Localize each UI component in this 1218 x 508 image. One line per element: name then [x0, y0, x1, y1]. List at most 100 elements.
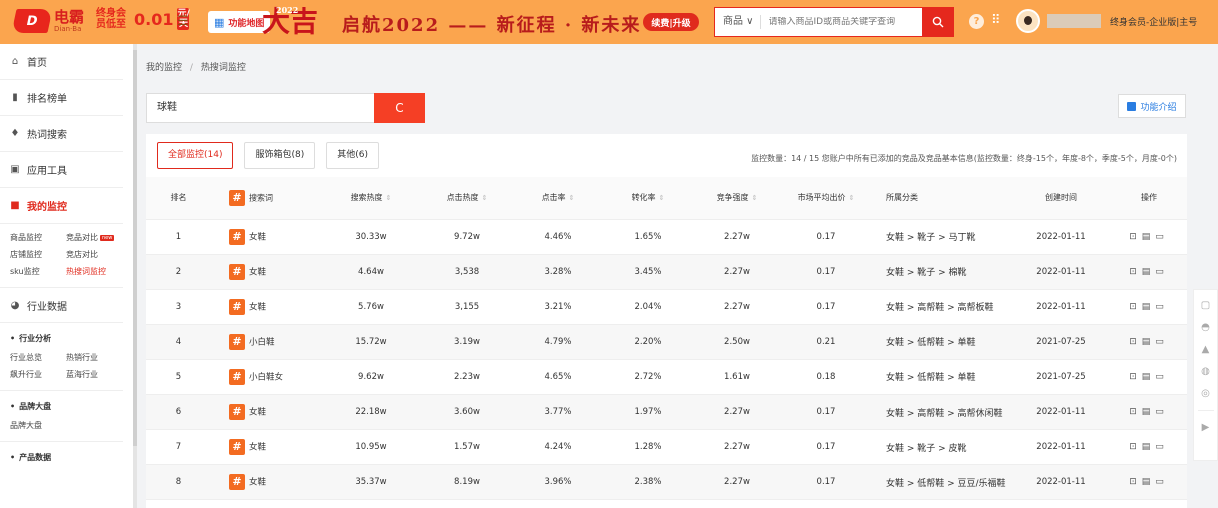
- sidebar-item-label: 首页: [27, 58, 47, 69]
- avatar[interactable]: [1016, 9, 1040, 33]
- keyword-search-button[interactable]: C: [374, 93, 425, 123]
- remove-icon[interactable]: ▭: [1155, 267, 1169, 277]
- float-collapse-icon[interactable]: ▶: [1202, 422, 1210, 433]
- view-icon[interactable]: ⊡: [1129, 477, 1142, 487]
- cell-rank: 8: [146, 464, 211, 501]
- cell-avg-bid: 0.17: [781, 464, 871, 501]
- member-level[interactable]: 终身会员-企业版|主号: [1110, 15, 1197, 28]
- remove-icon[interactable]: ▭: [1155, 477, 1169, 487]
- remove-icon[interactable]: ▭: [1155, 442, 1169, 452]
- submenu-hot-keyword-monitor[interactable]: 热搜词监控: [66, 266, 128, 277]
- cell-ctr: 4.79%: [513, 324, 603, 360]
- cell-rank: 3: [146, 289, 211, 325]
- sort-icon: ⇕: [481, 194, 488, 203]
- tab-apparel[interactable]: 服饰箱包(8): [244, 142, 316, 169]
- view-icon[interactable]: ⊡: [1129, 232, 1142, 242]
- promo-banner[interactable]: 终身会员低至 0.01 元/天: [96, 8, 190, 30]
- cell-created: 2021-07-25: [1011, 324, 1111, 360]
- detail-icon[interactable]: ▤: [1142, 407, 1156, 417]
- sidebar-item-hot-search[interactable]: ♦ 热词搜索: [0, 116, 123, 152]
- cell-keyword[interactable]: # 女鞋: [211, 394, 321, 431]
- view-icon[interactable]: ⊡: [1129, 407, 1142, 417]
- submenu-rising-industry[interactable]: 飙升行业: [10, 369, 66, 380]
- submenu-blue-ocean-industry[interactable]: 蓝海行业: [66, 369, 128, 380]
- submenu-competitor-compare[interactable]: 竞品对比 new: [66, 232, 128, 243]
- breadcrumb-my-monitor[interactable]: 我的监控: [146, 63, 182, 73]
- col-search-heat[interactable]: 搜索热度 ⇕: [321, 177, 421, 220]
- apps-grid-icon[interactable]: ⠿: [991, 13, 1001, 28]
- submenu-sku-monitor[interactable]: sku监控: [10, 266, 66, 277]
- tab-other[interactable]: 其他(6): [326, 142, 379, 169]
- view-icon[interactable]: ⊡: [1129, 337, 1142, 347]
- cell-competition: 2.27w: [693, 254, 781, 290]
- submenu-brand-market[interactable]: 品牌大盘: [10, 420, 66, 431]
- help-icon[interactable]: ?: [969, 14, 984, 29]
- promo-price: 0.01: [134, 9, 174, 29]
- feature-intro-button[interactable]: 功能介绍: [1118, 94, 1186, 118]
- col-avg-bid[interactable]: 市场平均出价 ⇕: [781, 177, 871, 220]
- cell-keyword[interactable]: # 女鞋: [211, 464, 321, 501]
- cell-keyword[interactable]: # 女鞋: [211, 254, 321, 290]
- cell-keyword[interactable]: # 女鞋: [211, 219, 321, 255]
- industry-analysis-submenu: 行业总览 热销行业 飙升行业 蓝海行业: [0, 350, 133, 390]
- float-screen-icon[interactable]: ▢: [1201, 300, 1210, 311]
- remove-icon[interactable]: ▭: [1155, 337, 1169, 347]
- renew-upgrade-button[interactable]: 续费|升级: [643, 13, 699, 31]
- detail-icon[interactable]: ▤: [1142, 442, 1156, 452]
- remove-icon[interactable]: ▭: [1155, 302, 1169, 312]
- cell-keyword[interactable]: # 小白鞋女: [211, 359, 321, 395]
- menu-toggle-icon[interactable]: ☰: [177, 14, 189, 29]
- float-chat-icon[interactable]: ◓: [1201, 322, 1210, 333]
- view-icon[interactable]: ⊡: [1129, 302, 1142, 312]
- cell-keyword[interactable]: # 女鞋: [211, 289, 321, 325]
- float-headset-icon[interactable]: ◍: [1201, 366, 1210, 377]
- col-cvr[interactable]: 转化率 ⇕: [603, 177, 693, 220]
- cell-keyword[interactable]: # 小白鞋: [211, 324, 321, 360]
- cell-ctr: 3.77%: [513, 394, 603, 431]
- sort-icon: ⇕: [568, 194, 575, 203]
- cell-keyword[interactable]: # 女鞋: [211, 429, 321, 466]
- detail-icon[interactable]: ▤: [1142, 477, 1156, 487]
- col-category: 所属分类: [871, 177, 1011, 220]
- submenu-hot-industry[interactable]: 热销行业: [66, 352, 128, 363]
- keyword-search-input[interactable]: 球鞋: [146, 93, 376, 123]
- remove-icon[interactable]: ▭: [1155, 372, 1169, 382]
- sidebar-item-ranking[interactable]: ▮ 排名榜单: [0, 80, 123, 116]
- logo-mark: D: [11, 9, 53, 33]
- remove-icon[interactable]: ▭: [1155, 232, 1169, 242]
- col-ctr[interactable]: 点击率 ⇕: [513, 177, 603, 220]
- col-click-heat[interactable]: 点击热度 ⇕: [421, 177, 513, 220]
- float-settings-icon[interactable]: ◎: [1201, 388, 1210, 399]
- tab-all[interactable]: 全部监控(14): [157, 142, 234, 169]
- search-category-select[interactable]: 商品 ∨: [715, 15, 761, 29]
- submenu-industry-overview[interactable]: 行业总览: [10, 352, 66, 363]
- col-created: 创建时间: [1011, 177, 1111, 220]
- submenu-shop-compare[interactable]: 竞店对比: [66, 249, 128, 260]
- remove-icon[interactable]: ▭: [1155, 407, 1169, 417]
- detail-icon[interactable]: ▤: [1142, 232, 1156, 242]
- sidebar-item-tools[interactable]: ▣ 应用工具: [0, 152, 123, 188]
- global-search-input[interactable]: [760, 17, 922, 27]
- sidebar-scrollbar[interactable]: [133, 44, 137, 508]
- submenu-product-monitor[interactable]: 商品监控: [10, 232, 66, 243]
- view-icon[interactable]: ⊡: [1129, 372, 1142, 382]
- global-search-button[interactable]: [922, 7, 954, 37]
- detail-icon[interactable]: ▤: [1142, 267, 1156, 277]
- cell-search-heat: 10.95w: [321, 429, 421, 466]
- view-icon[interactable]: ⊡: [1129, 267, 1142, 277]
- detail-icon[interactable]: ▤: [1142, 337, 1156, 347]
- feature-intro-label: 功能介绍: [1140, 102, 1177, 113]
- sidebar-item-my-monitor[interactable]: ■ 我的监控: [0, 188, 123, 224]
- cell-created: 2022-01-11: [1011, 394, 1111, 431]
- table-row: 3 # 女鞋 5.76w 3,155 3.21% 2.04% 2.27w 0.17 女鞋 > 高帮…: [146, 289, 1187, 325]
- feature-map-button[interactable]: ▦ 功能地图: [208, 11, 270, 33]
- detail-icon[interactable]: ▤: [1142, 372, 1156, 382]
- sidebar-item-home[interactable]: ⌂ 首页: [0, 44, 123, 80]
- detail-icon[interactable]: ▤: [1142, 302, 1156, 312]
- col-competition[interactable]: 竞争强度 ⇕: [693, 177, 781, 220]
- logo[interactable]: D 电霸 Dian·Ba: [11, 9, 84, 33]
- sidebar-item-industry-data[interactable]: ◕ 行业数据: [0, 287, 123, 323]
- float-bell-icon[interactable]: ▲: [1202, 344, 1210, 355]
- submenu-shop-monitor[interactable]: 店铺监控: [10, 249, 66, 260]
- view-icon[interactable]: ⊡: [1129, 442, 1142, 452]
